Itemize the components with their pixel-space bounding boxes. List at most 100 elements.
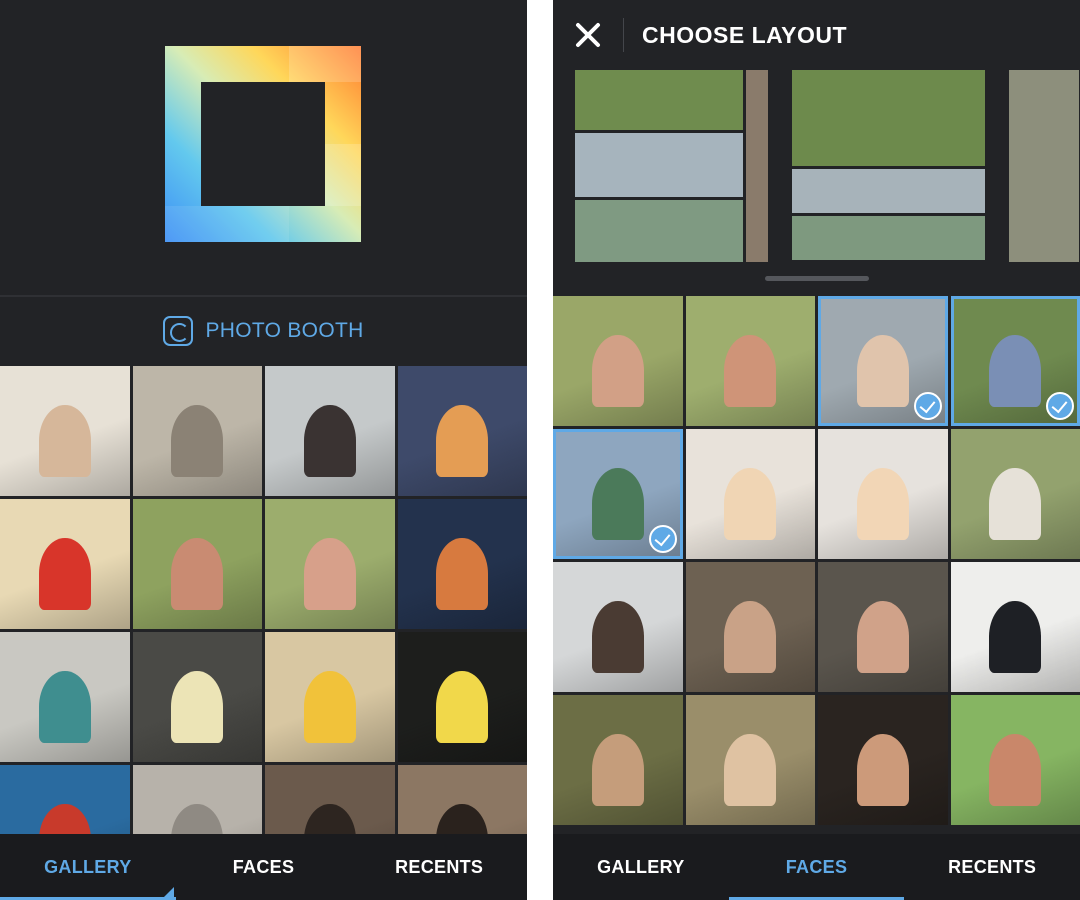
tab-bar: GALLERY FACES RECENTS — [0, 834, 527, 900]
photo-subject — [989, 468, 1042, 540]
laughing-woman-face[interactable] — [685, 695, 815, 825]
layout-cell — [792, 216, 985, 260]
photo-subject — [724, 335, 777, 407]
layout-option-2[interactable] — [792, 70, 985, 262]
title-separator — [623, 18, 624, 52]
selfie-woman-photo[interactable] — [132, 499, 262, 629]
photo-subject — [989, 601, 1042, 673]
photo-subject — [436, 405, 489, 477]
selfie-sky-face[interactable] — [553, 429, 683, 559]
photo-subject — [436, 538, 489, 610]
bulldog-photo[interactable] — [0, 366, 130, 496]
tab-faces-label: FACES — [232, 856, 295, 877]
couple-face[interactable] — [818, 296, 948, 426]
house-kid-photo[interactable] — [0, 632, 130, 762]
selfie-pair-face[interactable] — [553, 296, 683, 426]
glasses-pair-face[interactable] — [685, 562, 815, 692]
corner-indicator-icon — [163, 887, 174, 897]
drag-handle[interactable] — [765, 276, 869, 281]
photo-subject — [856, 734, 909, 806]
cupcakes-photo[interactable] — [132, 632, 262, 762]
page-title: CHOOSE LAYOUT — [642, 21, 848, 48]
photo-subject — [856, 335, 909, 407]
sunset-photo[interactable] — [397, 366, 527, 496]
tab-gallery-label: GALLERY — [597, 856, 685, 877]
selfie-woman-face[interactable] — [685, 296, 815, 426]
photo-subject — [724, 601, 777, 673]
sunglasses-face[interactable] — [553, 562, 683, 692]
photo-subject — [436, 671, 489, 743]
tab-gallery[interactable]: GALLERY — [553, 834, 729, 900]
photo-subject — [303, 671, 356, 743]
photo-subject — [591, 734, 644, 806]
close-button[interactable] — [553, 0, 623, 70]
tab-recents[interactable]: RECENTS — [351, 834, 527, 900]
photo-subject — [856, 468, 909, 540]
logo-segment — [165, 206, 289, 242]
photo-subject — [303, 538, 356, 610]
layout-option-3[interactable] — [1009, 70, 1079, 262]
beach-sitting-photo[interactable] — [265, 366, 395, 496]
faces-grid — [553, 296, 1080, 825]
layout-cell — [746, 70, 768, 262]
tab-recents-label: RECENTS — [395, 856, 484, 877]
tab-recents-label: RECENTS — [948, 856, 1037, 877]
photo-subject — [38, 538, 91, 610]
group-night-face[interactable] — [818, 695, 948, 825]
palm-sunset-photo[interactable] — [397, 499, 527, 629]
checkmark-icon — [913, 392, 942, 420]
tab-bar: GALLERY FACES RECENTS — [553, 834, 1080, 900]
checkmark-icon — [1046, 392, 1074, 420]
photo-subject — [38, 671, 91, 743]
layout-logo — [165, 46, 361, 242]
sitting-woman-face[interactable] — [950, 429, 1080, 559]
tab-recents[interactable]: RECENTS — [904, 834, 1080, 900]
tab-faces[interactable]: FACES — [176, 834, 352, 900]
photo-subject — [591, 468, 644, 540]
photo-booth-button[interactable]: PHOTO BOOTH — [0, 297, 527, 365]
hero-area — [0, 0, 527, 295]
tab-faces[interactable]: FACES — [728, 834, 905, 900]
photo-subject — [38, 405, 91, 477]
balloons-photo[interactable] — [0, 499, 130, 629]
layout-cell — [792, 169, 985, 213]
choose-layout-screen: CHOOSE LAYOUT GALLERY FACES RECENTS — [553, 0, 1080, 900]
gallery-grid — [0, 366, 527, 895]
photo-subject — [171, 405, 224, 477]
beach-woman-face[interactable] — [685, 429, 815, 559]
phone-girl-face[interactable] — [553, 695, 683, 825]
beach-woman2-face[interactable] — [818, 429, 948, 559]
green-wall-face[interactable] — [950, 695, 1080, 825]
layout-previews — [575, 70, 1079, 262]
logo-segment — [289, 46, 361, 82]
tab-gallery[interactable]: GALLERY — [0, 834, 176, 900]
tab-faces-label: FACES — [785, 856, 848, 877]
photo-subject — [591, 601, 644, 673]
man-glasses-face[interactable] — [950, 562, 1080, 692]
gallery-screen: PHOTO BOOTH GALLERY FACES RECENTS — [0, 0, 527, 900]
checkmark-icon — [648, 525, 677, 553]
top-bar: CHOOSE LAYOUT — [553, 0, 1080, 70]
bike-leaves-photo[interactable] — [397, 632, 527, 762]
surprised-pair-face[interactable] — [818, 562, 948, 692]
layout-cell — [792, 70, 985, 166]
layout-option-1[interactable] — [575, 70, 768, 262]
layout-cell — [575, 70, 743, 130]
photo-subject — [724, 734, 777, 806]
photo-subject — [303, 405, 356, 477]
logo-segment — [325, 144, 361, 206]
photo-subject — [989, 335, 1042, 407]
logo-center — [201, 82, 325, 206]
photo-booth-label: PHOTO BOOTH — [205, 319, 364, 342]
lying-grass-face[interactable] — [950, 296, 1080, 426]
photo-subject — [856, 601, 909, 673]
layout-cell — [575, 133, 743, 197]
photo-subject — [591, 335, 644, 407]
photo-subject — [989, 734, 1042, 806]
flowers-photo[interactable] — [265, 632, 395, 762]
layout-cell — [575, 200, 743, 262]
photo-subject — [724, 468, 777, 540]
tab-gallery-label: GALLERY — [44, 856, 132, 877]
selfie-pair-photo[interactable] — [265, 499, 395, 629]
cliff-photo[interactable] — [132, 366, 262, 496]
